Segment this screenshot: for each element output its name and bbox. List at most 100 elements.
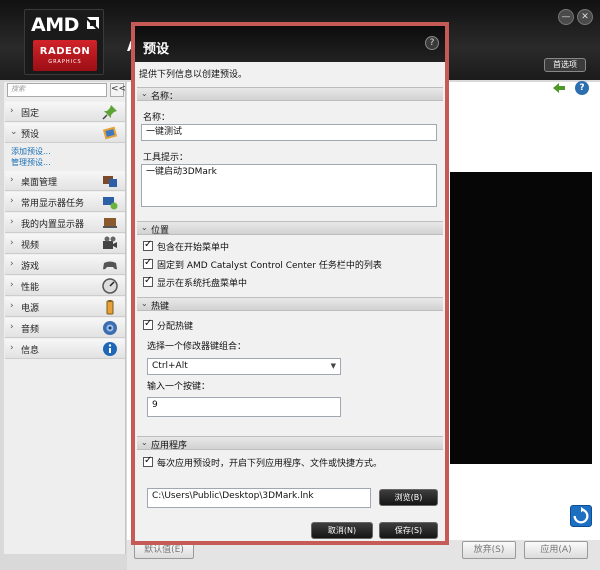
tooltip-field-label: 工具提示： [143,153,189,163]
preferences-button[interactable]: 首选项 [544,58,586,72]
checkbox-label: 显示在系统托盘菜单中 [157,279,248,289]
sidebar: 搜索 << › 固定 ⌄ 预设 添加预设... 管理预设... › 桌面管理 ›… [4,82,126,554]
key-input[interactable]: 9 [147,397,341,417]
chevron-right-icon: › [10,196,14,206]
performance-icon [102,278,118,294]
section-label: 名称： [151,92,179,102]
chevron-right-icon: › [10,217,14,227]
sidebar-item-label: 我的内置显示器 [21,220,85,230]
sidebar-item-gaming[interactable]: › 游戏 [5,255,125,275]
checkbox-label: 固定到 AMD Catalyst Control Center 任务栏中的列表 [157,261,382,271]
sidebar-item-label: 游戏 [21,262,40,272]
checkbox-label: 每次应用预设时，开启下列应用程序、文件或快捷方式。 [157,459,383,469]
section-header-application[interactable]: ⌄ 应用程序 [137,436,443,451]
section-header-name[interactable]: ⌄ 名称： [137,87,443,102]
refresh-icon[interactable] [570,505,592,527]
add-preset-link[interactable]: 添加预设... [11,146,51,157]
close-button[interactable]: ✕ [577,9,593,25]
sidebar-item-label: 信息 [21,346,40,356]
power-icon [106,300,114,315]
key-label: 输入一个按键： [147,382,211,392]
chevron-right-icon: › [10,343,14,353]
preset-dialog: 预设 ? 提供下列信息以创建预设。 ⌄ 名称： 名称： 一键测试 工具提示： 一… [131,22,449,545]
chevron-down-icon: ⌄ [141,89,148,98]
video-icon [103,236,117,249]
assign-hotkey-checkbox[interactable] [143,318,153,330]
start-menu-checkbox[interactable] [143,239,153,251]
collapse-sidebar-button[interactable]: << [110,83,126,97]
amd-radeon-logo: AMD RADEON GRAPHICS [24,9,104,75]
sidebar-item-display-tasks[interactable]: › 常用显示器任务 [5,192,125,212]
pin-preset-icon[interactable] [551,82,567,94]
section-label: 热键 [151,302,170,312]
sidebar-item-desktop-management[interactable]: › 桌面管理 [5,171,125,191]
modifier-label: 选择一个修改器键组合： [147,342,247,352]
logo-sub-text: GRAPHICS [48,59,82,65]
name-input[interactable]: 一键测试 [141,124,437,141]
display-tasks-icon [103,197,118,210]
info-icon [103,342,117,356]
sidebar-item-label: 固定 [21,109,40,119]
preview-area [450,172,592,464]
logo-product-text: RADEON [39,46,91,57]
sidebar-item-info[interactable]: › 信息 [5,339,125,359]
help-icon[interactable]: ? [575,81,589,95]
run-application-checkbox[interactable] [143,455,153,467]
amd-arrow-icon [87,17,99,29]
sidebar-item-builtin-display[interactable]: › 我的内置显示器 [5,213,125,233]
discard-button[interactable]: 放弃(S) [462,541,516,559]
chevron-right-icon: › [10,259,14,269]
tooltip-input[interactable]: 一键启动3DMark [141,164,437,207]
sidebar-item-label: 音频 [21,325,40,335]
chevron-down-icon: ⌄ [141,438,148,447]
sidebar-item-video[interactable]: › 视频 [5,234,125,254]
dialog-title: 预设 [143,42,170,57]
minimize-button[interactable]: — [558,9,574,25]
name-field-label: 名称： [143,113,171,123]
section-label: 应用程序 [151,441,188,451]
close-icon: ✕ [581,12,589,22]
save-button[interactable]: 保存(S) [379,522,438,539]
section-header-hotkey[interactable]: ⌄ 热键 [137,297,443,312]
chevron-down-icon: ⌄ [141,223,148,232]
sidebar-item-performance[interactable]: › 性能 [5,276,125,296]
browse-button[interactable]: 浏览(B) [379,489,438,506]
minimize-icon: — [561,12,571,22]
audio-icon [103,321,117,335]
system-tray-checkbox[interactable] [143,275,153,287]
radeon-badge: RADEON GRAPHICS [33,40,97,71]
manage-presets-link[interactable]: 管理预设... [11,157,51,168]
cancel-button[interactable]: 取消(N) [311,522,373,539]
taskbar-list-checkbox[interactable] [143,257,153,269]
chevron-right-icon: › [10,322,14,332]
sidebar-item-presets[interactable]: ⌄ 预设 [5,123,125,143]
sidebar-item-power[interactable]: › 电源 [5,297,125,317]
gaming-icon [103,261,117,270]
preset-icon [102,126,118,140]
sidebar-item-audio[interactable]: › 音频 [5,318,125,338]
search-input[interactable]: 搜索 [7,83,107,97]
apply-button[interactable]: 应用(A) [524,541,588,559]
dialog-help-button[interactable]: ? [425,36,439,50]
sidebar-item-label: 预设 [21,130,40,140]
section-header-location[interactable]: ⌄ 位置 [137,221,443,236]
builtin-display-icon [103,218,117,228]
chevron-right-icon: › [10,106,14,116]
checkbox-label: 包含在开始菜单中 [157,243,230,253]
sidebar-item-label: 视频 [21,241,40,251]
application-path-input[interactable]: C:\Users\Public\Desktop\3DMark.lnk [147,488,371,508]
chevron-right-icon: › [10,280,14,290]
modifier-select-value: Ctrl+Alt [152,361,188,371]
modifier-select[interactable]: Ctrl+Alt ▼ [147,358,341,375]
dialog-title-bar: 预设 ? [135,26,445,62]
logo-brand-text: AMD [31,14,79,36]
sidebar-item-label: 桌面管理 [21,178,58,188]
chevron-down-icon: ⌄ [10,127,18,137]
sidebar-item-pinned[interactable]: › 固定 [5,102,125,122]
pin-icon [102,105,117,120]
section-label: 位置 [151,226,170,236]
checkbox-label: 分配热键 [157,322,194,332]
dialog-subtitle: 提供下列信息以创建预设。 [139,70,248,80]
sidebar-item-label: 电源 [21,304,40,314]
chevron-right-icon: › [10,175,14,185]
